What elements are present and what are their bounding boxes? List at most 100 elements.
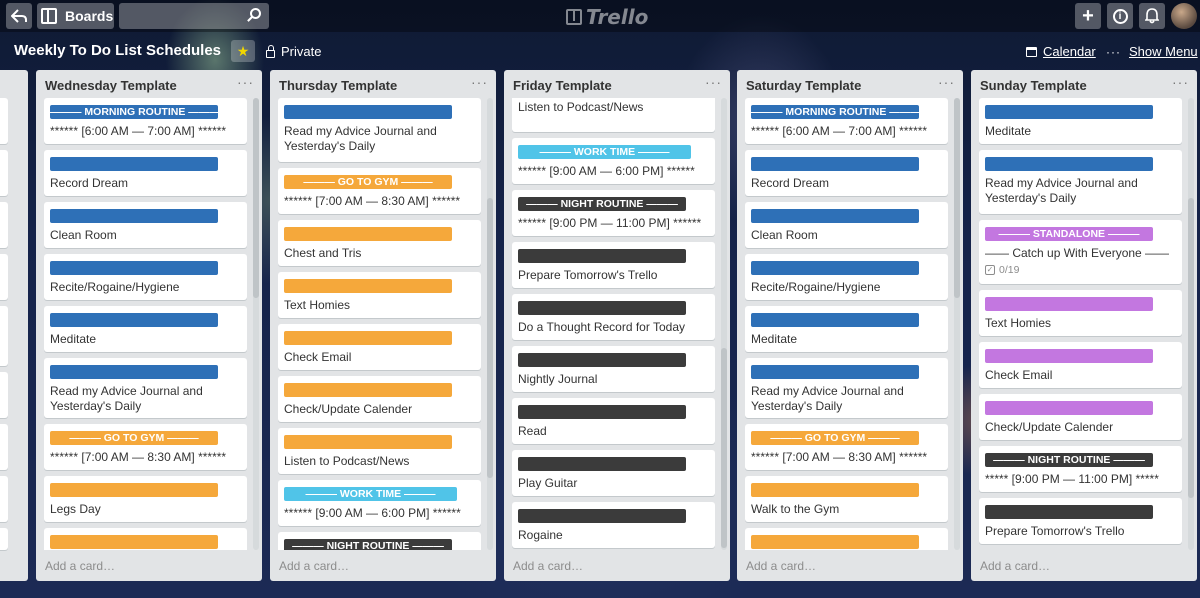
back-button[interactable] xyxy=(6,3,32,29)
card[interactable]: Do a Thought Record for Today xyxy=(512,294,715,340)
card[interactable]: Record Dream xyxy=(44,150,247,196)
calendar-link[interactable]: Calendar xyxy=(1026,44,1096,59)
card[interactable]: Meditate xyxy=(979,98,1182,144)
card[interactable]: Read my Advice Journal and Yesterday's D… xyxy=(44,358,247,418)
trello-logo[interactable]: Trello xyxy=(566,5,648,29)
list-menu-icon[interactable]: ··· xyxy=(705,74,722,90)
card[interactable]: Check/Update Calender xyxy=(278,376,481,422)
card[interactable]: Nightly Journal xyxy=(512,346,715,392)
card[interactable]: ——— GO TO GYM ——— ****** [7:00 AM — 8:30 … xyxy=(44,424,247,470)
list-scrollbar[interactable] xyxy=(721,98,727,550)
card[interactable]: ——— MORNING ROUTINE ——— ****** [6:00 AM —… xyxy=(745,98,948,144)
list-menu-icon[interactable]: ··· xyxy=(1172,74,1189,90)
card[interactable]: Text Homies xyxy=(979,290,1182,336)
add-card-button[interactable]: Add a card… xyxy=(746,559,816,573)
card[interactable]: ——— GO TO GYM ——— ****** [7:00 AM — 8:30 … xyxy=(745,424,948,470)
list-title[interactable]: Sunday Template xyxy=(980,78,1087,93)
list-title[interactable]: Saturday Template xyxy=(746,78,861,93)
card-container: ——— MORNING ROUTINE ——— ****** [6:00 AM —… xyxy=(44,98,248,550)
info-button[interactable]: i xyxy=(1107,3,1133,29)
list-menu-icon[interactable]: ··· xyxy=(237,74,254,90)
card[interactable]: Listen to Podcast/News xyxy=(278,428,481,474)
card[interactable]: Rogaine xyxy=(512,502,715,548)
scroll-thumb[interactable] xyxy=(954,98,960,298)
card-partial[interactable] xyxy=(0,476,8,522)
card[interactable]: Clean Room xyxy=(745,202,948,248)
star-icon[interactable]: ★ xyxy=(231,40,255,62)
add-button[interactable]: + xyxy=(1075,3,1101,29)
card-title: ****** [9:00 AM — 6:00 PM] ****** xyxy=(284,506,461,520)
card[interactable]: Read my Advice Journal and Yesterday's D… xyxy=(745,358,948,418)
scroll-thumb[interactable] xyxy=(721,348,727,548)
list-friday-template: Friday Template ··· Listen to Podcast/News… xyxy=(504,70,730,581)
card[interactable]: Record Dream xyxy=(745,150,948,196)
add-card-button[interactable]: Add a card… xyxy=(45,559,115,573)
board-title[interactable]: Weekly To Do List Schedules xyxy=(14,42,221,59)
list-scrollbar[interactable] xyxy=(954,98,960,550)
card[interactable]: ——— NIGHT ROUTINE ——— xyxy=(278,532,481,550)
card[interactable]: Read xyxy=(512,398,715,444)
card[interactable]: Meditate xyxy=(745,306,948,352)
card[interactable]: Listen to Podcast/News xyxy=(512,98,715,132)
card[interactable]: Legs Day xyxy=(44,476,247,522)
card[interactable]: Chest and Tris xyxy=(278,220,481,266)
notifications-button[interactable] xyxy=(1139,3,1165,29)
show-menu-link[interactable]: ··· Show Menu xyxy=(1106,44,1198,59)
card[interactable]: ——— STANDALONE ——— —— Catch up With Every… xyxy=(979,220,1182,284)
search-input[interactable] xyxy=(119,3,269,29)
card-title: Clean Room xyxy=(751,228,818,242)
card-partial[interactable] xyxy=(0,150,8,196)
list-scrollbar[interactable] xyxy=(487,98,493,550)
user-avatar[interactable] xyxy=(1171,3,1197,29)
scroll-thumb[interactable] xyxy=(253,98,259,298)
card[interactable]: Read my Advice Journal and Yesterday's D… xyxy=(278,98,481,162)
card-partial[interactable] xyxy=(0,254,8,300)
card[interactable]: Clean Room xyxy=(44,202,247,248)
card[interactable]: ——— GO TO GYM ——— ****** [7:00 AM — 8:30 … xyxy=(278,168,481,214)
logo-text: Trello xyxy=(586,5,649,29)
card[interactable]: ——— MORNING ROUTINE ——— ****** [6:00 AM —… xyxy=(44,98,247,144)
card[interactable]: Walk to the Gym xyxy=(745,476,948,522)
card[interactable]: ——— WORK TIME ——— ****** [9:00 AM — 6:00 … xyxy=(278,480,481,526)
search-icon[interactable] xyxy=(250,8,261,19)
card[interactable]: Prepare Tomorrow's Trello xyxy=(979,498,1182,544)
list-title[interactable]: Friday Template xyxy=(513,78,612,93)
add-card-button[interactable]: Add a card… xyxy=(279,559,349,573)
scroll-thumb[interactable] xyxy=(1188,198,1194,498)
card[interactable]: Prepare Tomorrow's Trello xyxy=(512,242,715,288)
card-partial[interactable] xyxy=(0,528,8,550)
list-title[interactable]: Wednesday Template xyxy=(45,78,177,93)
card[interactable]: Read my Advice Journal and Yesterday's D… xyxy=(979,150,1182,214)
add-card-button[interactable]: Add a card… xyxy=(980,559,1050,573)
list-title[interactable]: Thursday Template xyxy=(279,78,397,93)
card[interactable]: Check Email xyxy=(278,324,481,370)
card[interactable]: ——— NIGHT ROUTINE ——— ***** [9:00 PM — 11… xyxy=(979,446,1182,492)
card[interactable]: Check/Update Calender xyxy=(979,394,1182,440)
card-partial[interactable] xyxy=(0,372,8,418)
list-scrollbar[interactable] xyxy=(1188,98,1194,550)
card[interactable]: Play Guitar xyxy=(512,450,715,496)
card[interactable]: Recite/Rogaine/Hygiene xyxy=(745,254,948,300)
card[interactable] xyxy=(44,528,247,550)
visibility-button[interactable]: Private xyxy=(266,44,321,59)
card[interactable]: Text Homies xyxy=(278,272,481,318)
card-partial[interactable] xyxy=(0,424,8,470)
card-partial[interactable] xyxy=(0,202,8,248)
card[interactable]: ——— WORK TIME ——— ****** [9:00 AM — 6:00 … xyxy=(512,138,715,184)
scroll-thumb[interactable] xyxy=(487,198,493,478)
list-scrollbar[interactable] xyxy=(253,98,259,550)
card-partial[interactable] xyxy=(0,306,8,366)
bell-icon xyxy=(1145,8,1159,24)
card[interactable]: Meditate xyxy=(44,306,247,352)
card-label xyxy=(284,383,452,397)
card[interactable]: ——— NIGHT ROUTINE ——— ****** [9:00 PM — 1… xyxy=(512,190,715,236)
list-menu-icon[interactable]: ··· xyxy=(471,74,488,90)
card[interactable]: Check Email xyxy=(979,342,1182,388)
add-card-button[interactable]: Add a card… xyxy=(513,559,583,573)
boards-button[interactable]: Boards xyxy=(37,3,114,29)
card-title: ****** [7:00 AM — 8:30 AM] ****** xyxy=(284,194,461,208)
list-menu-icon[interactable]: ··· xyxy=(938,74,955,90)
card[interactable] xyxy=(745,528,948,550)
card-partial[interactable] xyxy=(0,98,8,144)
card[interactable]: Recite/Rogaine/Hygiene xyxy=(44,254,247,300)
